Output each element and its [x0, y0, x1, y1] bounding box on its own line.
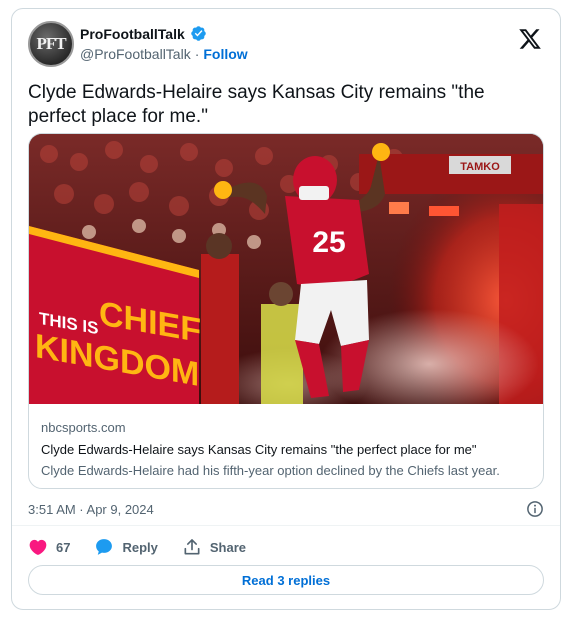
svg-text:25: 25 [312, 226, 345, 259]
read-replies-button[interactable]: Read 3 replies [28, 565, 544, 595]
reply-label: Reply [122, 539, 158, 555]
share-icon [184, 539, 200, 555]
share-label: Share [209, 539, 247, 555]
timestamp[interactable]: 3:51 AM · Apr 9, 2024 [28, 502, 154, 517]
tweet-header: PFT ProFootballTalk @ProFootballTalk · F… [28, 21, 546, 69]
divider [12, 525, 560, 526]
share-button[interactable]: Share [182, 537, 246, 557]
like-button[interactable]: 67 [28, 537, 70, 557]
heart-icon [29, 539, 47, 555]
verified-badge-icon [190, 25, 207, 42]
handle[interactable]: @ProFootballTalk [80, 46, 191, 62]
link-preview-card[interactable]: TAMKO THIS IS CHIEFS KINGDOM 25 nbcsport… [28, 133, 544, 489]
tamko-sign: TAMKO [460, 161, 500, 173]
like-count: 67 [56, 539, 71, 555]
reply-button[interactable]: Reply [94, 537, 158, 557]
tweet-text: Clyde Edwards-Helaire says Kansas City r… [28, 82, 485, 127]
actions-row: 67 Reply Share [28, 535, 270, 559]
avatar[interactable]: PFT [28, 21, 74, 67]
tweet-embed-card: PFT ProFootballTalk @ProFootballTalk · F… [11, 8, 561, 610]
link-description: Clyde Edwards-Helaire had his fifth-year… [41, 463, 500, 478]
link-card-info: nbcsports.com Clyde Edwards-Helaire says… [41, 420, 533, 478]
follow-button[interactable]: Follow [203, 46, 247, 62]
x-logo-icon[interactable] [518, 27, 542, 51]
info-icon[interactable] [526, 500, 544, 518]
link-title: Clyde Edwards-Helaire says Kansas City r… [41, 442, 477, 457]
link-domain: nbcsports.com [41, 420, 126, 435]
reply-bubble-icon [96, 539, 113, 555]
meta-row: 3:51 AM · Apr 9, 2024 [28, 499, 544, 519]
article-image[interactable]: TAMKO THIS IS CHIEFS KINGDOM 25 [29, 134, 543, 404]
handle-row: @ProFootballTalk · Follow [80, 46, 248, 62]
name-row: ProFootballTalk [80, 25, 207, 42]
display-name[interactable]: ProFootballTalk [80, 26, 185, 42]
separator: · [194, 46, 200, 62]
